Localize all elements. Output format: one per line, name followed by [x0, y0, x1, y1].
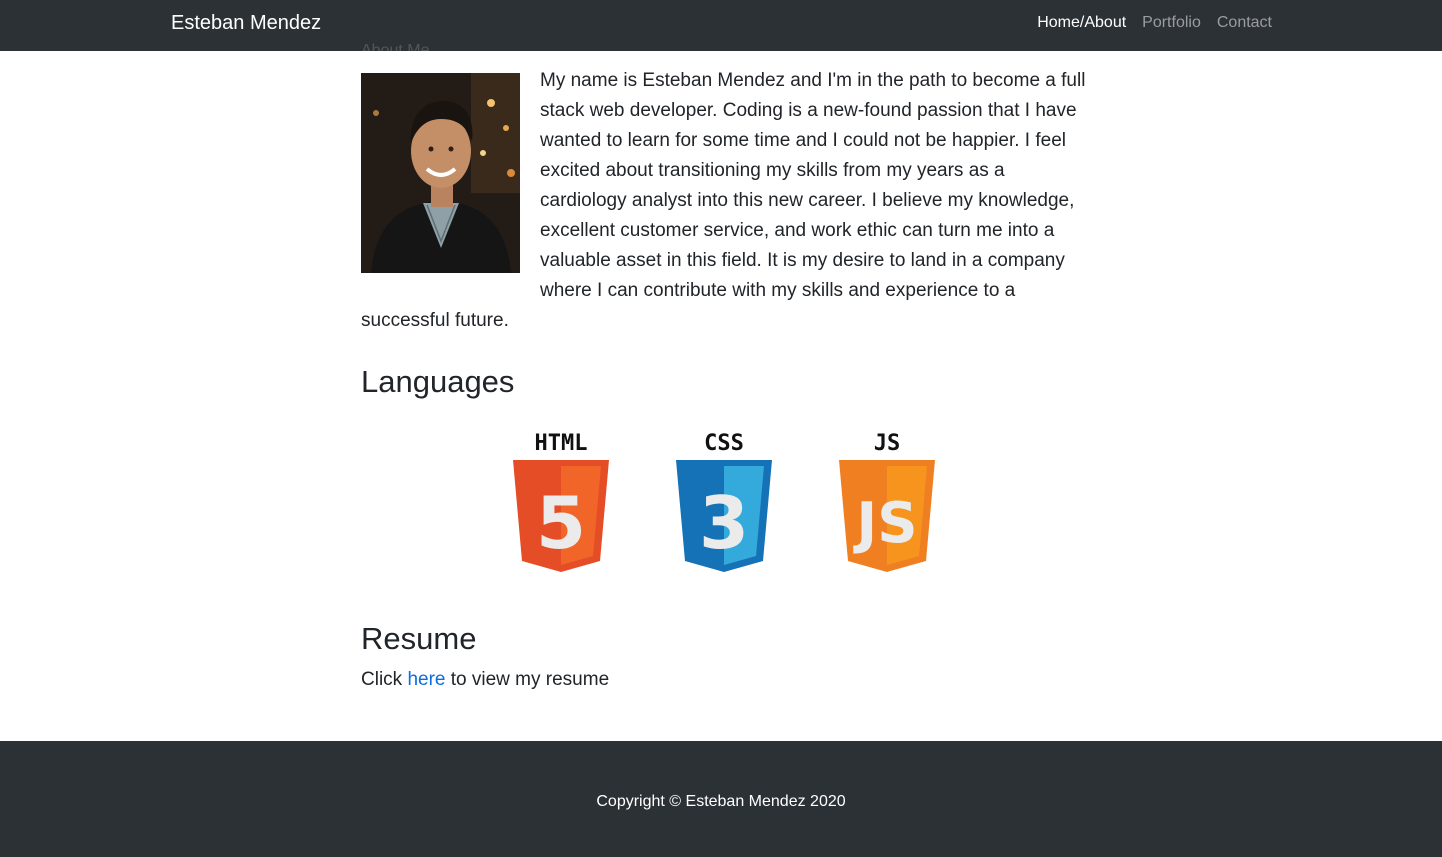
about-heading-text: About Me — [361, 42, 430, 52]
css3-label: CSS — [704, 431, 744, 456]
nav-link-home-about[interactable]: Home/About — [1037, 13, 1126, 33]
js-logo-icon: JS JS — [838, 430, 936, 572]
html5-label: HTML — [535, 431, 588, 456]
language-logos: HTML 5 CSS 3 JS JS — [512, 430, 936, 572]
html5-number: 5 — [536, 481, 586, 565]
css3-logo-icon: CSS 3 — [675, 430, 773, 572]
resume-text: Click here to view my resume — [361, 666, 609, 694]
resume-link[interactable]: here — [407, 669, 445, 690]
js-label: JS — [874, 431, 901, 456]
nav-link-portfolio[interactable]: Portfolio — [1142, 13, 1201, 33]
js-number: JS — [852, 491, 917, 556]
css3-number: 3 — [699, 481, 749, 565]
resume-prefix: Click — [361, 669, 408, 690]
html5-logo-icon: HTML 5 — [512, 430, 610, 572]
resume-suffix: to view my resume — [445, 669, 610, 690]
nav-link-contact[interactable]: Contact — [1217, 13, 1272, 33]
copyright-text: Copyright © Esteban Mendez 2020 — [596, 793, 846, 810]
about-section: My name is Esteban Mendez and I'm in the… — [361, 66, 1086, 336]
about-heading: About Me — [361, 34, 430, 52]
brand-link[interactable]: Esteban Mendez — [171, 11, 321, 35]
languages-title: Languages — [361, 364, 515, 399]
navbar: Esteban Mendez Home/About Portfolio Cont… — [0, 0, 1442, 51]
footer: Copyright © Esteban Mendez 2020 — [0, 741, 1442, 857]
resume-title: Resume — [361, 621, 477, 656]
nav-links: Home/About Portfolio Contact — [1037, 13, 1272, 33]
profile-photo — [361, 73, 520, 273]
